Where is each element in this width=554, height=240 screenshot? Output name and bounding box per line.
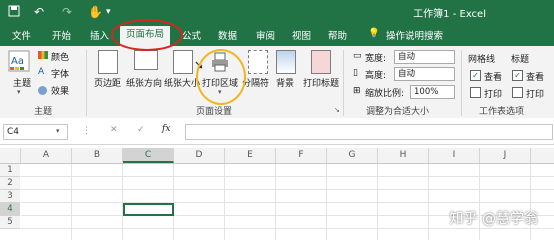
size-button[interactable]: 纸张大小 — [164, 76, 200, 89]
customize-qat-icon[interactable]: ▾ — [106, 7, 111, 17]
headings-label: 标题 — [511, 55, 530, 65]
height-select[interactable]: 自动 — [394, 67, 455, 81]
ribbon: Aa 主题 ▾ 颜色 A 字体 效果 主题 页边距 纸张方向 纸张大小 ➘ 打印… — [0, 46, 554, 119]
lightbulb-icon: 💡 — [368, 28, 380, 39]
scale-stepper[interactable]: 100% — [410, 85, 455, 99]
colors-button[interactable]: 颜色 — [51, 50, 69, 63]
page-setup-group-label: 页面设置 — [196, 107, 233, 117]
title-bar: ↶ ↷ ✋ ▾ 工作簿1 - Excel — [0, 0, 554, 24]
column-header[interactable]: J — [480, 148, 531, 163]
tell-me-search[interactable]: 操作说明搜索 — [386, 28, 443, 42]
group-separator — [343, 50, 344, 116]
insert-function-icon[interactable]: fx — [162, 124, 170, 134]
row-header[interactable]: 3 — [0, 190, 20, 203]
themes-button[interactable]: 主题 — [13, 76, 31, 89]
cancel-icon[interactable]: ✕ — [110, 125, 118, 135]
gridlines-print-checkbox[interactable] — [470, 87, 481, 98]
breaks-button[interactable]: 分隔符 — [242, 76, 269, 89]
formula-input[interactable] — [185, 124, 553, 140]
tab-help[interactable]: 帮助 — [328, 28, 347, 42]
effects-button[interactable]: 效果 — [51, 84, 69, 97]
column-header[interactable]: E — [225, 148, 276, 163]
column-headers: A B C D E F G H I J — [0, 148, 554, 164]
colors-icon — [38, 51, 48, 59]
group-separator — [86, 50, 87, 116]
formula-bar: C4 ▾ ⋮ ✕ ✓ fx — [0, 118, 554, 145]
breaks-icon — [248, 50, 268, 74]
column-header[interactable]: H — [378, 148, 429, 163]
gridlines-view-label: 查看 — [484, 73, 503, 83]
touch-mode-icon[interactable]: ✋ — [88, 5, 103, 19]
headings-print-label: 打印 — [526, 90, 545, 100]
highlight-circle-yellow — [196, 49, 246, 105]
window-title: 工作簿1 - Excel — [413, 9, 486, 20]
effects-icon — [38, 86, 47, 95]
row-header-selected[interactable]: 4 — [0, 203, 20, 216]
svg-text:Aa: Aa — [11, 56, 24, 67]
themes-icon[interactable]: Aa — [8, 50, 30, 75]
column-header[interactable]: B — [72, 148, 123, 163]
width-label: 宽度: — [365, 54, 387, 64]
row-header[interactable]: 2 — [0, 177, 20, 190]
orientation-button[interactable]: 纸张方向 — [126, 76, 162, 89]
watermark: 知乎 @慧学翁 — [449, 211, 538, 227]
gridlines-label: 网格线 — [468, 55, 496, 65]
highlight-circle-red — [111, 19, 183, 51]
options-dots-icon: ⋮ — [82, 126, 91, 136]
column-header[interactable]: I — [429, 148, 480, 163]
tab-review[interactable]: 审阅 — [256, 28, 275, 42]
margins-icon — [98, 50, 118, 74]
headings-view-label: 查看 — [526, 73, 545, 83]
tab-data[interactable]: 数据 — [218, 28, 237, 42]
size-icon — [173, 50, 193, 74]
margins-button[interactable]: 页边距 — [94, 76, 121, 89]
background-icon — [276, 50, 296, 74]
print-titles-icon — [311, 50, 331, 74]
tab-file[interactable]: 文件 — [12, 28, 31, 42]
fonts-icon: A — [38, 67, 45, 77]
themes-group-label: 主题 — [34, 107, 53, 117]
ribbon-tabs: 文件 开始 插入 页面布局 公式 数据 审阅 视图 帮助 💡 操作说明搜索 — [0, 24, 554, 46]
tab-view[interactable]: 视图 — [292, 28, 311, 42]
undo-icon[interactable]: ↶ — [34, 5, 44, 19]
scale-label: 缩放比例: — [365, 89, 405, 99]
print-titles-button[interactable]: 打印标题 — [303, 76, 339, 89]
height-icon: ▯ — [353, 68, 358, 78]
chevron-down-icon: ▾ — [17, 88, 21, 96]
column-header[interactable]: F — [276, 148, 327, 163]
enter-icon[interactable]: ✓ — [137, 125, 145, 135]
cell-grid[interactable] — [21, 164, 554, 240]
column-header[interactable]: G — [327, 148, 378, 163]
tab-formulas[interactable]: 公式 — [182, 28, 201, 42]
column-header-selected[interactable]: C — [123, 148, 174, 163]
column-header[interactable]: A — [21, 148, 72, 163]
gridlines-print-label: 打印 — [484, 90, 503, 100]
column-header[interactable]: D — [174, 148, 225, 163]
width-select[interactable]: 自动 — [394, 50, 455, 64]
width-icon: ▭ — [353, 51, 362, 61]
tab-insert[interactable]: 插入 — [90, 28, 109, 42]
gridlines-view-checkbox[interactable]: ✓ — [470, 70, 481, 81]
scale-group-label: 调整为合适大小 — [366, 107, 430, 117]
redo-icon[interactable]: ↷ — [62, 5, 72, 19]
sheet-options-group-label: 工作表选项 — [479, 107, 525, 117]
dialog-launcher-icon[interactable]: ↘ — [334, 106, 340, 114]
active-cell[interactable] — [123, 203, 174, 216]
row-header[interactable]: 5 — [0, 216, 20, 229]
scale-icon: ⊞ — [353, 86, 361, 96]
fonts-button[interactable]: 字体 — [51, 67, 69, 80]
chevron-down-icon[interactable]: ▾ — [56, 127, 60, 135]
select-all-corner[interactable] — [0, 148, 21, 163]
height-label: 高度: — [365, 71, 387, 81]
tab-home[interactable]: 开始 — [52, 28, 71, 42]
group-separator — [461, 50, 462, 116]
row-header[interactable]: 1 — [0, 164, 20, 177]
orientation-icon — [134, 50, 158, 70]
headings-view-checkbox[interactable]: ✓ — [512, 70, 523, 81]
headings-print-checkbox[interactable] — [512, 87, 523, 98]
save-icon[interactable] — [8, 5, 20, 20]
background-button[interactable]: 背景 — [276, 76, 294, 89]
